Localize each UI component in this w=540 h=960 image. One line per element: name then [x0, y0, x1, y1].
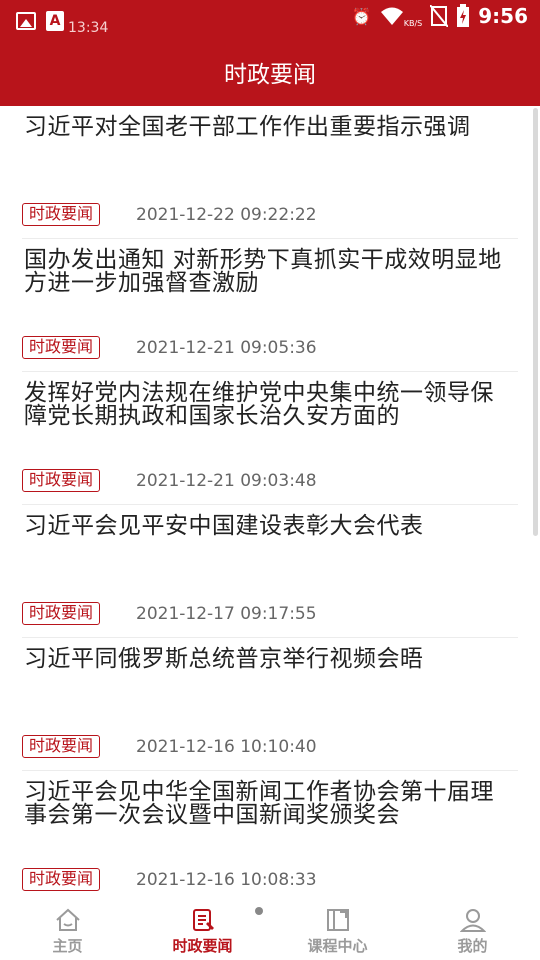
indicator-dot [255, 907, 263, 915]
news-item[interactable]: 习近平同俄罗斯总统普京举行视频会晤 时政要闻 2021-12-16 10:10:… [22, 638, 518, 771]
list-scrollbar[interactable] [533, 108, 538, 536]
news-icon [192, 909, 214, 931]
news-date: 2021-12-16 10:08:33 [136, 870, 317, 890]
news-item[interactable]: 习近平对全国老干部工作作出重要指示强调 时政要闻 2021-12-22 09:2… [22, 106, 518, 239]
news-title[interactable]: 习近平会见平安中国建设表彰大会代表 [24, 515, 516, 538]
news-title[interactable]: 发挥好党内法规在维护党中央集中统一领导保障党长期执政和国家长治久安方面的 [24, 382, 516, 428]
news-item[interactable]: 习近平会见平安中国建设表彰大会代表 时政要闻 2021-12-17 09:17:… [22, 505, 518, 638]
tab-profile[interactable]: 我的 [405, 898, 540, 960]
network-speed-label: KB/S [403, 18, 423, 28]
app-notification-icon: A [46, 11, 64, 31]
tab-courses[interactable]: 课程中心 [270, 898, 405, 960]
status-small-time: 13:34 [68, 20, 109, 36]
course-icon [326, 909, 349, 931]
signal-off-icon [430, 5, 449, 27]
home-icon [55, 908, 80, 931]
page-title: 时政要闻 [0, 38, 540, 106]
news-date: 2021-12-22 09:22:22 [136, 205, 317, 225]
wifi-icon [380, 7, 403, 25]
news-title[interactable]: 习近平会见中华全国新闻工作者协会第十届理事会第一次会议暨中国新闻奖颁奖会 [24, 781, 516, 827]
news-item[interactable]: 发挥好党内法规在维护党中央集中统一领导保障党长期执政和国家长治久安方面的 时政要… [22, 372, 518, 505]
news-title[interactable]: 习近平同俄罗斯总统普京举行视频会晤 [24, 648, 516, 671]
gallery-notification-icon [16, 12, 36, 30]
news-date: 2021-12-17 09:17:55 [136, 604, 317, 624]
tab-label: 主页 [52, 937, 83, 955]
category-tag: 时政要闻 [22, 602, 101, 625]
status-left: A 13:34 [16, 6, 108, 36]
news-item[interactable]: 国办发出通知 对新形势下真抓实干成效明显地方进一步加强督查激励 时政要闻 202… [22, 239, 518, 372]
news-date: 2021-12-16 10:10:40 [136, 737, 317, 757]
news-title[interactable]: 习近平对全国老干部工作作出重要指示强调 [24, 116, 516, 139]
news-date: 2021-12-21 09:03:48 [136, 471, 317, 491]
news-date: 2021-12-21 09:05:36 [136, 338, 317, 358]
status-right: ⏰ KB/S 9:56 [352, 4, 528, 28]
tab-label: 我的 [457, 937, 488, 955]
category-tag: 时政要闻 [22, 203, 101, 226]
category-tag: 时政要闻 [22, 336, 101, 359]
news-list[interactable]: 习近平对全国老干部工作作出重要指示强调 时政要闻 2021-12-22 09:2… [0, 106, 540, 898]
profile-icon [459, 909, 486, 932]
bottom-tab-bar: 主页 时政要闻 课程中心 我的 [0, 898, 540, 960]
status-bar: A 13:34 ⏰ KB/S 9:56 [0, 0, 540, 38]
category-tag: 时政要闻 [22, 469, 101, 492]
tab-news[interactable]: 时政要闻 [135, 898, 270, 960]
tab-label: 课程中心 [307, 937, 368, 955]
tab-label: 时政要闻 [172, 937, 233, 955]
news-title[interactable]: 国办发出通知 对新形势下真抓实干成效明显地方进一步加强督查激励 [24, 249, 516, 295]
category-tag: 时政要闻 [22, 735, 101, 758]
battery-charging-icon [457, 4, 470, 27]
alarm-icon: ⏰ [351, 6, 372, 26]
news-item[interactable]: 习近平会见中华全国新闻工作者协会第十届理事会第一次会议暨中国新闻奖颁奖会 时政要… [22, 771, 518, 898]
status-time: 9:56 [478, 4, 528, 28]
category-tag: 时政要闻 [22, 868, 101, 891]
tab-home[interactable]: 主页 [0, 898, 135, 960]
